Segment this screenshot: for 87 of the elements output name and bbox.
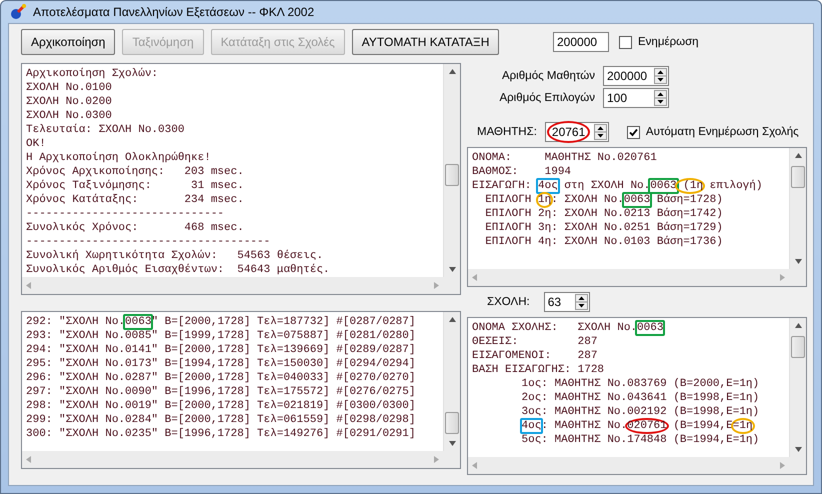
count-field[interactable]: 200000 — [553, 32, 609, 52]
scroll-right-icon[interactable] — [780, 462, 785, 469]
text-line: ΕΙΣΑΓΟΜΕΝΟΙ: 287 — [472, 349, 598, 363]
text-line: 2ος: ΜΑΘΗΤΗΣ No.043641 (B=1998,E=1η) — [520, 391, 760, 405]
text-line: 300: "ΣΧΟΛΗ No.0235" B=[1996,1728] Τελ=149276] #[0291/0291] — [26, 427, 416, 441]
action-button[interactable]: Αρχικοποίηση — [21, 29, 116, 55]
text-line: 294: "ΣΧΟΛΗ No.0141" B=[2000,1728] Τελ=139669] #[0289/0287] — [26, 343, 416, 357]
scroll-thumb[interactable] — [791, 166, 805, 188]
text-line: ΕΠΙΛΟΓΗ 2η: ΣΧΟΛΗ No.0213 Βάση=1742) — [484, 207, 724, 221]
text-line: ΒΑΘΜΟΣ: 1994 — [472, 165, 572, 179]
scroll-up-icon[interactable] — [794, 323, 802, 328]
checkbox[interactable] — [619, 36, 632, 48]
horizontal-scrollbar[interactable] — [22, 451, 443, 468]
scroll-right-icon[interactable] — [780, 274, 785, 281]
log-line: ------------------------------------- — [26, 235, 272, 249]
scroll-left-icon[interactable] — [472, 274, 477, 281]
text-line: ΕΠΙΛΟΓΗ 3η: ΣΧΟΛΗ No.0251 Βάση=1729) — [484, 221, 724, 235]
log-line: Αρχικοποίηση Σχολών: — [26, 67, 160, 81]
checkbox-label: Αυτόματη Ενημέρωση Σχολής — [646, 126, 799, 138]
window-title: Αποτελέσματα Πανελληνίων Εξετάσεων -- ΦΚΛ 2002 — [33, 5, 314, 19]
text-line: ΕΠΙΛΟΓΗ 4η: ΣΧΟΛΗ No.0103 Βάση=1736) — [484, 235, 724, 249]
text-line: 292: "ΣΧΟΛΗ No.0063" B=[2000,1728] Τελ=187732] #[0287/0287] — [26, 315, 416, 329]
log-line: Τελευταία: ΣΧΟΛΗ No.0300 — [26, 123, 186, 137]
log-line: Η Αρχικοποίηση Ολοκληρώθηκε! — [26, 151, 212, 165]
spin-arrows-icon[interactable] — [574, 294, 588, 310]
checkbox-label: Ενημέρωση — [638, 36, 699, 48]
scroll-thumb[interactable] — [445, 412, 459, 434]
scroll-right-icon[interactable] — [434, 456, 439, 463]
text-line: ΕΠΙΛΟΓΗ 1η: ΣΧΟΛΗ No.0063 Βάση=1728) — [484, 193, 724, 207]
app-icon — [9, 3, 27, 21]
horizontal-scrollbar[interactable] — [468, 457, 789, 474]
log-line: ΣΧΟΛΗ No.0300 — [26, 109, 113, 123]
spinner-label: Αριθμός Επιλογών — [498, 92, 595, 104]
log-line: Συνολικός Αριθμός Εισαχθέντων: 54643 μαθητές. — [26, 263, 331, 277]
scroll-down-icon[interactable] — [448, 267, 456, 272]
log-line: ΣΧΟΛΗ No.0200 — [26, 95, 113, 109]
horizontal-scrollbar[interactable] — [468, 269, 789, 286]
log-line: Συνολικός Χρόνος: 468 msec. — [26, 221, 245, 235]
scroll-down-icon[interactable] — [794, 447, 802, 452]
scroll-thumb[interactable] — [791, 336, 805, 358]
scroll-up-icon[interactable] — [448, 69, 456, 74]
student-label: ΜΑΘΗΤΗΣ: — [477, 126, 537, 138]
text-line: 297: "ΣΧΟΛΗ No.0090" B=[1996,1728] Τελ=175572] #[0276/0275] — [26, 385, 416, 399]
horizontal-scrollbar[interactable] — [22, 277, 443, 294]
text-line: ΟΝΟΜΑ ΣΧΟΛΗΣ: ΣΧΟΛΗ No.0063 — [472, 321, 666, 335]
vertical-scrollbar[interactable] — [789, 318, 806, 457]
scroll-up-icon[interactable] — [794, 153, 802, 158]
spinner-field[interactable]: 100 — [603, 88, 669, 108]
school-label: ΣΧΟΛΗ: — [487, 296, 530, 308]
student-spinner[interactable]: 20761 — [544, 122, 609, 142]
scroll-down-icon[interactable] — [794, 259, 802, 264]
vertical-scrollbar[interactable] — [789, 148, 806, 269]
vertical-scrollbar[interactable] — [443, 312, 460, 451]
spinner-field[interactable]: 200000 — [603, 66, 669, 86]
text-line: 293: "ΣΧΟΛΗ No.0085" B=[1999,1728] Τελ=075887] #[0281/0280] — [26, 329, 416, 343]
log-line: Χρόνος Ταξινόμησης: 31 msec. — [26, 179, 245, 193]
text-line: 3ος: ΜΑΘΗΤΗΣ No.002192 (B=1998,E=1η) — [520, 405, 760, 419]
text-line: 5ος: ΜΑΘΗΤΗΣ No.174848 (B=1994,E=1η) — [520, 433, 760, 447]
log-line: Συνολική Χωρητικότητα Σχολών: 54563 θέσεις. — [26, 249, 324, 263]
scroll-up-icon[interactable] — [448, 317, 456, 322]
scroll-down-icon[interactable] — [448, 441, 456, 446]
text-line: 296: "ΣΧΟΛΗ No.0287" B=[2000,1728] Τελ=040033] #[0270/0270] — [26, 371, 416, 385]
scroll-thumb[interactable] — [445, 164, 459, 186]
text-line: ΘΕΣΕΙΣ: 287 — [472, 335, 598, 349]
log-line: ΣΧΟΛΗ No.0100 — [26, 81, 113, 95]
scroll-left-icon[interactable] — [472, 462, 477, 469]
log-line: OK! — [26, 137, 47, 151]
spin-arrows-icon[interactable] — [654, 68, 667, 84]
text-line: ΒΑΣΗ ΕΙΣΑΓΩΓΗΣ: 1728 — [472, 363, 606, 377]
spinner-label: Αριθμός Μαθητών — [500, 70, 595, 82]
text-line: 298: "ΣΧΟΛΗ No.0019" B=[2000,1728] Τελ=021819] #[0300/0300] — [26, 399, 416, 413]
log-line: Χρόνος Αρχικοποίησης: 203 msec. — [26, 165, 245, 179]
text-line: 1ος: ΜΑΘΗΤΗΣ No.083769 (B=2000,E=1η) — [520, 377, 760, 391]
action-button[interactable]: ΑΥΤΟΜΑΤΗ ΚΑΤΑΤΑΞΗ — [352, 29, 500, 55]
scroll-right-icon[interactable] — [434, 282, 439, 289]
log-line: ------------------------------ — [26, 207, 226, 221]
text-line: 295: "ΣΧΟΛΗ No.0173" B=[1994,1728] Τελ=150030] #[0294/0294] — [26, 357, 416, 371]
school-spinner[interactable]: 63 — [544, 292, 590, 312]
log-line: Χρόνος Κατάταξης: 234 msec. — [26, 193, 245, 207]
checkbox[interactable] — [626, 126, 640, 138]
vertical-scrollbar[interactable] — [443, 64, 460, 277]
scroll-left-icon[interactable] — [26, 282, 31, 289]
spin-arrows-icon[interactable] — [654, 90, 667, 106]
text-line: 299: "ΣΧΟΛΗ No.0284" B=[2000,1728] Τελ=061559] #[0298/0298] — [26, 413, 416, 427]
scroll-left-icon[interactable] — [26, 456, 31, 463]
spin-arrows-icon[interactable] — [594, 124, 607, 140]
text-line: ΟΝΟΜΑ: ΜΑΘΗΤΗΣ No.020761 — [472, 151, 658, 165]
